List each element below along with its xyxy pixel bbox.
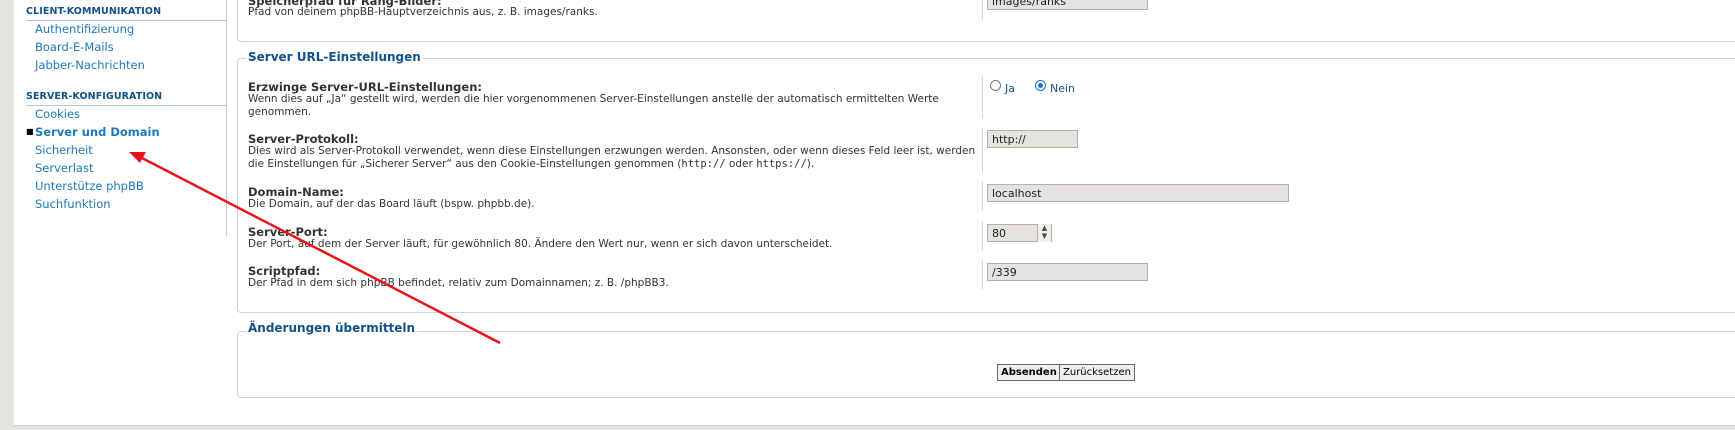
arrow-line [141, 156, 501, 345]
annotation-arrow [129, 152, 501, 345]
